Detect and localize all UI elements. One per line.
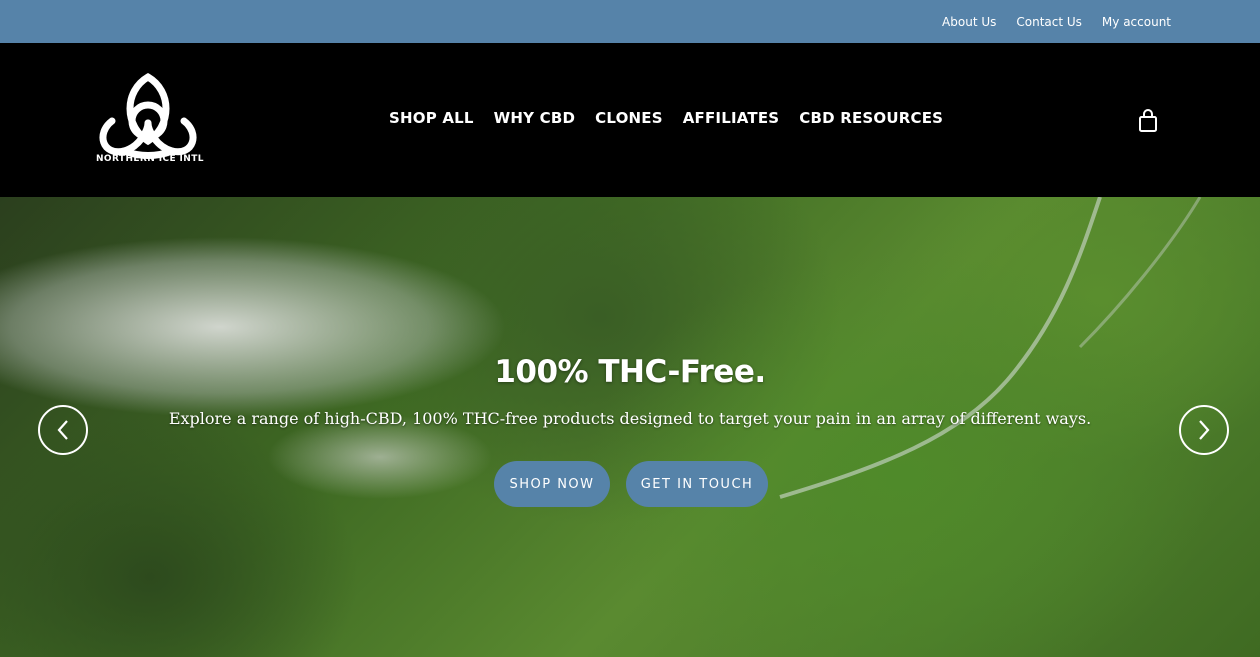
contact-us-link[interactable]: Contact Us [1016, 15, 1082, 29]
shop-now-button[interactable]: SHOP NOW [494, 461, 610, 507]
about-us-link[interactable]: About Us [942, 15, 996, 29]
triquetra-logo-icon[interactable] [94, 71, 202, 167]
nav-clones[interactable]: CLONES [595, 109, 663, 127]
main-nav: SHOP ALL WHY CBD CLONES AFFILIATES CBD R… [389, 109, 943, 127]
hero-subtitle: Explore a range of high-CBD, 100% THC-fr… [168, 409, 1092, 428]
site-header: NORTHERN ICE INTL SHOP ALL WHY CBD CLONE… [0, 43, 1260, 197]
shopping-bag-icon[interactable] [1138, 109, 1158, 133]
hero-slider: 100% THC-Free. Explore a range of high-C… [0, 197, 1260, 657]
nav-affiliates[interactable]: AFFILIATES [683, 109, 780, 127]
slider-next-button[interactable] [1179, 405, 1229, 455]
logo-wordmark: NORTHERN ICE INTL [96, 154, 204, 164]
chevron-left-icon [57, 420, 68, 440]
nav-cbd-resources[interactable]: CBD RESOURCES [799, 109, 943, 127]
hero-title: 100% THC-Free. [494, 354, 766, 390]
get-in-touch-button[interactable]: GET IN TOUCH [626, 461, 768, 507]
slider-prev-button[interactable] [38, 405, 88, 455]
nav-why-cbd[interactable]: WHY CBD [494, 109, 575, 127]
my-account-link[interactable]: My account [1102, 15, 1171, 29]
nav-shop-all[interactable]: SHOP ALL [389, 109, 474, 127]
chevron-right-icon [1199, 420, 1210, 440]
top-utility-bar: About Us Contact Us My account [0, 0, 1260, 43]
